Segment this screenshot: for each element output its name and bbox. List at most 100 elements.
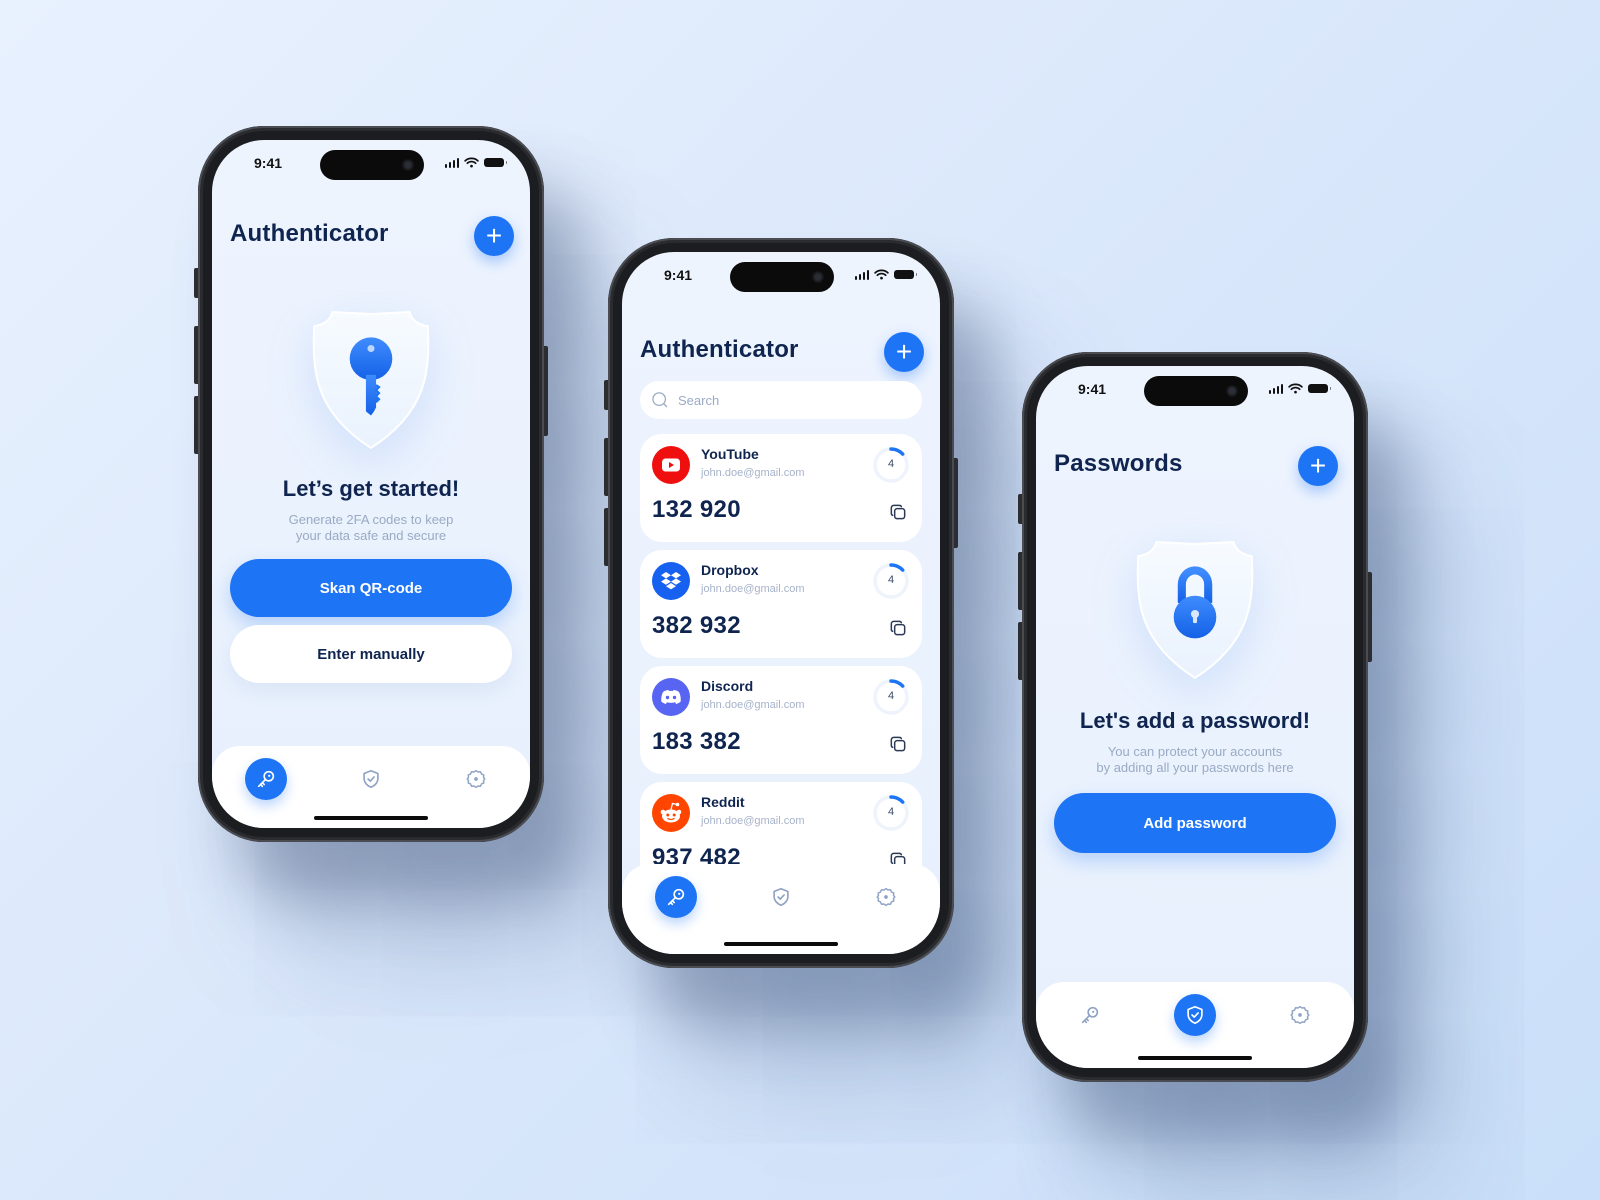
status-icons (1268, 383, 1331, 394)
key-icon (665, 886, 687, 908)
phone-onboarding: 9:41 Authenticator + Let’s get started! … (194, 126, 548, 842)
service-name: Discord (701, 678, 754, 694)
tab-bar (212, 746, 530, 828)
tab-settings[interactable] (1279, 994, 1321, 1036)
shield-key-illustration (309, 310, 433, 452)
tab-authenticator[interactable] (655, 876, 698, 918)
countdown-timer: 4 (872, 562, 910, 600)
add-button[interactable]: + (1298, 446, 1338, 486)
plus-icon: + (485, 220, 503, 251)
tab-settings[interactable] (865, 876, 907, 918)
copy-icon[interactable] (888, 502, 908, 522)
subtext-line-1: Generate 2FA codes to keep (288, 512, 454, 527)
seconds-left: 4 (887, 574, 895, 586)
status-icons (444, 157, 507, 168)
add-button[interactable]: + (474, 216, 514, 256)
plus-icon: + (1309, 450, 1327, 481)
search-icon (650, 390, 670, 410)
tab-authenticator[interactable] (245, 758, 288, 800)
code-card-discord[interactable]: Discord john.doe@gmail.com 183 382 4 (640, 666, 922, 774)
phone-codes: 9:41 Authenticator + YouTube john.doe@gm… (604, 238, 958, 968)
home-indicator[interactable] (724, 942, 838, 946)
action-button (604, 380, 608, 410)
subtext-line-1: You can protect your accounts (1107, 744, 1283, 759)
add-password-button[interactable]: Add password (1054, 793, 1336, 853)
reddit-logo-icon (652, 794, 690, 832)
home-indicator[interactable] (1138, 1056, 1252, 1060)
seconds-left: 4 (887, 806, 895, 818)
tab-settings[interactable] (455, 758, 497, 800)
tab-passwords[interactable] (760, 876, 802, 918)
action-button (1018, 494, 1022, 524)
plus-icon: + (895, 336, 913, 367)
subtext: You can protect your accounts by adding … (1036, 744, 1354, 776)
dynamic-island (1144, 376, 1248, 406)
search-bar[interactable] (640, 381, 922, 419)
dynamic-island (730, 262, 834, 292)
service-name: Reddit (701, 794, 745, 810)
dropbox-logo-icon (652, 562, 690, 600)
status-bar: 9:41 (1036, 366, 1354, 418)
signal-icon (854, 269, 869, 280)
code-card-youtube[interactable]: YouTube john.doe@gmail.com 132 920 4 (640, 434, 922, 542)
status-icons (854, 269, 917, 280)
volume-up-button (194, 326, 198, 384)
subtext-line-2: by adding all your passwords here (1096, 760, 1294, 775)
tab-authenticator[interactable] (1069, 994, 1111, 1036)
shield-check-icon (770, 886, 792, 908)
key-icon (1079, 1004, 1101, 1026)
countdown-timer: 4 (872, 678, 910, 716)
gear-icon (465, 768, 487, 790)
screen-onboarding: 9:41 Authenticator + Let’s get started! … (212, 140, 530, 828)
home-indicator[interactable] (314, 816, 428, 820)
discord-logo-icon (652, 678, 690, 716)
copy-icon[interactable] (888, 734, 908, 754)
volume-down-button (194, 396, 198, 454)
youtube-logo-icon (652, 446, 690, 484)
otp-code[interactable]: 382 932 (652, 612, 741, 640)
countdown-timer: 4 (872, 794, 910, 832)
tab-bar (1036, 982, 1354, 1068)
countdown-timer: 4 (872, 446, 910, 484)
code-card-dropbox[interactable]: Dropbox john.doe@gmail.com 382 932 4 (640, 550, 922, 658)
page-title: Authenticator (230, 220, 389, 247)
subtext: Generate 2FA codes to keep your data saf… (212, 512, 530, 544)
otp-code[interactable]: 132 920 (652, 496, 741, 524)
status-bar: 9:41 (212, 140, 530, 192)
volume-down-button (604, 508, 608, 566)
otp-code[interactable]: 183 382 (652, 728, 741, 756)
screen-codes: 9:41 Authenticator + YouTube john.doe@gm… (622, 252, 940, 954)
seconds-left: 4 (887, 690, 895, 702)
padlock-icon (1173, 566, 1217, 639)
volume-up-button (1018, 552, 1022, 610)
tab-passwords[interactable] (1174, 994, 1216, 1036)
tab-passwords[interactable] (350, 758, 392, 800)
phone-passwords: 9:41 Passwords + Let's add a password! Y… (1018, 352, 1372, 1082)
status-time: 9:41 (254, 155, 283, 171)
subtext-line-2: your data safe and secure (295, 528, 447, 543)
account-email: john.doe@gmail.com (701, 815, 805, 827)
status-time: 9:41 (1078, 381, 1107, 397)
signal-icon (1268, 383, 1283, 394)
page-title: Authenticator (640, 336, 799, 363)
volume-down-button (1018, 622, 1022, 680)
service-name: YouTube (701, 446, 759, 462)
search-input[interactable] (678, 392, 878, 408)
wifi-icon (874, 269, 889, 280)
battery-icon (1308, 384, 1331, 393)
wifi-icon (1288, 383, 1303, 394)
power-button (954, 458, 958, 548)
account-email: john.doe@gmail.com (701, 467, 805, 479)
action-button (194, 268, 198, 298)
copy-icon[interactable] (888, 618, 908, 638)
add-button[interactable]: + (884, 332, 924, 372)
screen-passwords: 9:41 Passwords + Let's add a password! Y… (1036, 366, 1354, 1068)
scan-qr-code-button[interactable]: Skan QR-code (230, 559, 512, 617)
account-email: john.doe@gmail.com (701, 583, 805, 595)
battery-icon (894, 270, 917, 279)
shield-lock-illustration (1133, 540, 1257, 682)
battery-icon (484, 158, 507, 167)
account-email: john.doe@gmail.com (701, 699, 805, 711)
headline: Let's add a password! (1079, 708, 1311, 733)
enter-manually-button[interactable]: Enter manually (230, 625, 512, 683)
